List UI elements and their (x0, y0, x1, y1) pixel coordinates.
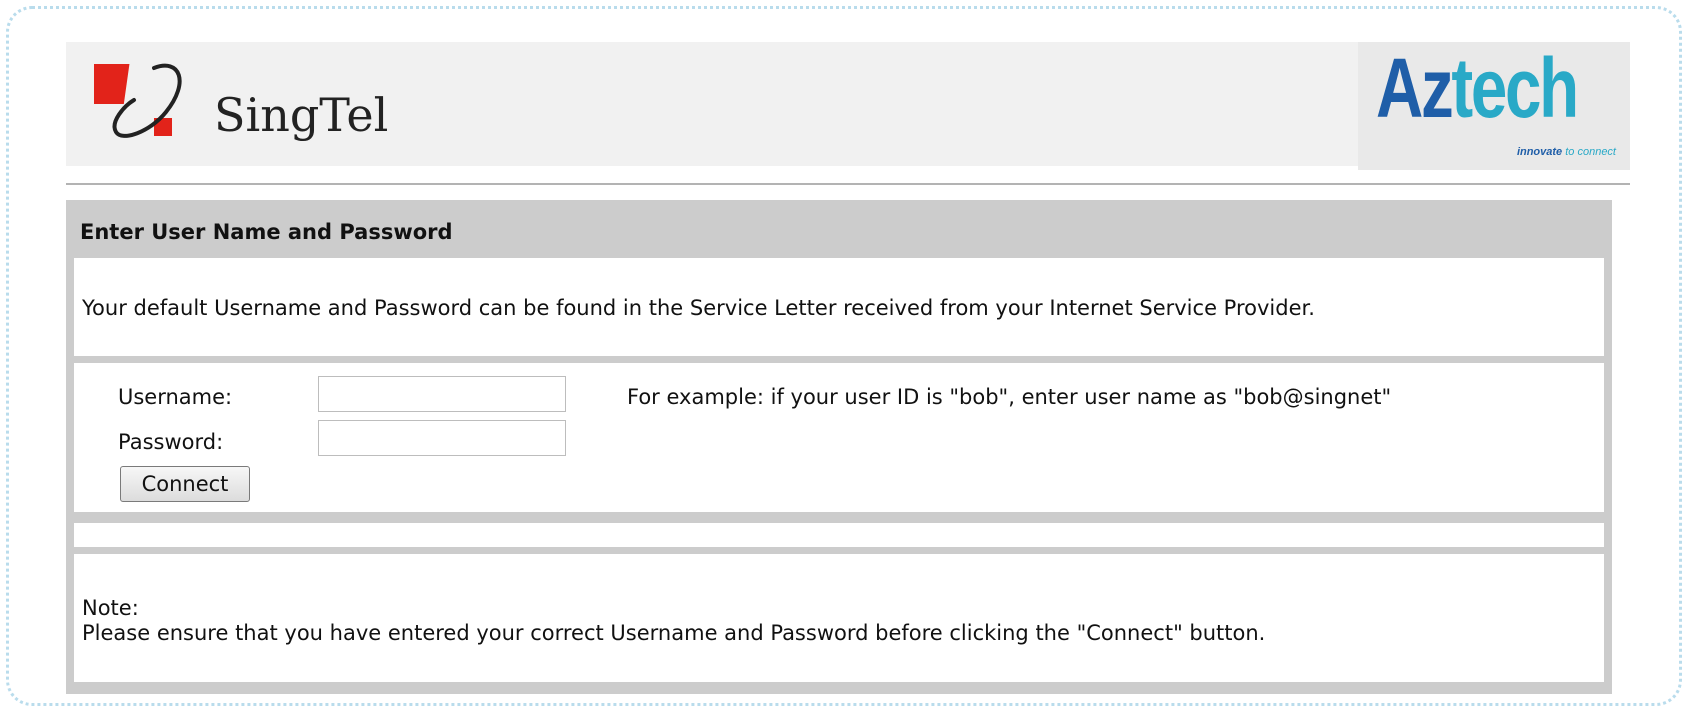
username-label: Username: (118, 385, 233, 409)
note-box: Note: Please ensure that you have entere… (74, 554, 1604, 682)
singtel-wordmark: SingTel (214, 88, 389, 142)
aztech-logo: Aztech innovate to connect (1358, 42, 1630, 170)
aztech-tagline-part1: innovate (1516, 146, 1566, 158)
aztech-wordmark: Aztech (1376, 46, 1579, 130)
note-label: Note: (82, 596, 139, 620)
header-banner: SingTel Aztech innovate to connect (66, 42, 1630, 170)
aztech-wordmark-part1: Az (1376, 41, 1454, 135)
username-hint: For example: if your user ID is "bob", e… (627, 385, 1392, 409)
password-input[interactable] (318, 420, 566, 456)
aztech-tagline-part2: to connect (1565, 146, 1616, 158)
login-form: Username: For example: if your user ID i… (74, 363, 1604, 512)
password-label: Password: (118, 430, 224, 454)
intro-text: Your default Username and Password can b… (82, 296, 1315, 320)
header-divider (66, 183, 1630, 185)
singtel-logo: SingTel (87, 60, 388, 150)
note-text: Please ensure that you have entered your… (82, 621, 1266, 645)
aztech-tagline: innovate to connect (1517, 146, 1616, 158)
intro-box: Your default Username and Password can b… (74, 258, 1604, 356)
singtel-mark-icon (87, 63, 182, 138)
login-panel: Enter User Name and Password Your defaul… (66, 200, 1612, 694)
username-input[interactable] (318, 376, 566, 412)
spacer-box (74, 523, 1604, 547)
aztech-wordmark-part2: tech (1451, 41, 1579, 135)
connect-button[interactable]: Connect (120, 466, 250, 502)
panel-title: Enter User Name and Password (80, 220, 453, 244)
